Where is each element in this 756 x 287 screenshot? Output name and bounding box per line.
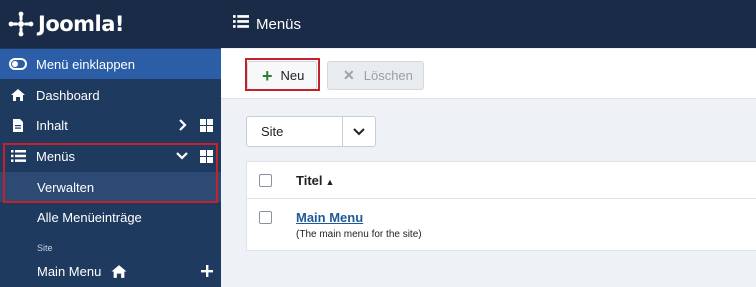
chevron-right-icon[interactable] — [178, 119, 188, 131]
list-icon — [233, 15, 251, 33]
page-title: Menüs — [256, 15, 302, 33]
column-title-label: Titel — [296, 172, 323, 188]
sidebar: Joomla! Menü einklappen Dashboard Inhalt… — [0, 0, 221, 287]
menu-title-link[interactable]: Main Menu — [296, 210, 363, 225]
row-checkbox[interactable] — [259, 211, 272, 224]
select-divider — [342, 117, 343, 146]
brand-name: Joomla! — [38, 12, 125, 36]
sidebar-item-label: Main Menu — [37, 263, 102, 279]
sidebar-item-inhalt[interactable]: Inhalt — [0, 110, 221, 140]
delete-button-label: Löschen — [363, 68, 413, 83]
delete-button[interactable]: ✕ Löschen — [327, 61, 424, 90]
sidebar-item-controls — [178, 110, 213, 140]
sidebar-item-dashboard[interactable]: Dashboard — [0, 80, 221, 110]
highlight-frame — [3, 143, 218, 203]
column-title-header[interactable]: Titel ▲ — [296, 173, 334, 188]
joomla-logo-icon — [8, 11, 34, 37]
sidebar-item-label: Alle Menüeinträge — [37, 209, 142, 225]
logo-bar: Joomla! — [0, 0, 221, 48]
sidebar-section-label: Site — [37, 243, 53, 253]
toggle-icon — [9, 55, 27, 73]
page-header: Menüs — [221, 0, 756, 48]
menus-table: Titel ▲ Main Menu (The main menu for the … — [246, 161, 756, 251]
dashboard-grid-icon[interactable] — [200, 118, 213, 132]
file-icon — [9, 116, 27, 134]
plus-icon[interactable] — [201, 265, 213, 277]
highlight-frame — [245, 58, 320, 91]
sidebar-item-label: Menü einklappen — [36, 56, 136, 72]
sidebar-item-main-menu[interactable]: Main Menu — [0, 256, 221, 286]
sidebar-item-controls — [201, 256, 213, 286]
home-icon — [111, 264, 127, 278]
client-select-value: Site — [261, 124, 284, 139]
toolbar: + Neu ✕ Löschen — [221, 49, 756, 99]
sidebar-item-label: Inhalt — [36, 117, 68, 133]
table-header: Titel ▲ — [247, 162, 756, 199]
close-icon: ✕ — [343, 67, 355, 83]
sidebar-item-collapse[interactable]: Menü einklappen — [0, 49, 221, 79]
menu-description: (The main menu for the site) — [296, 229, 422, 240]
sidebar-item-all-menu-items[interactable]: Alle Menüeinträge — [0, 202, 221, 232]
table-row: Main Menu (The main menu for the site) — [247, 199, 756, 251]
sidebar-item-label: Dashboard — [36, 87, 100, 103]
chevron-down-icon — [353, 128, 365, 136]
home-icon — [9, 86, 27, 104]
client-select[interactable]: Site — [246, 116, 376, 147]
sort-asc-icon: ▲ — [325, 176, 335, 187]
select-all-checkbox[interactable] — [259, 173, 272, 187]
